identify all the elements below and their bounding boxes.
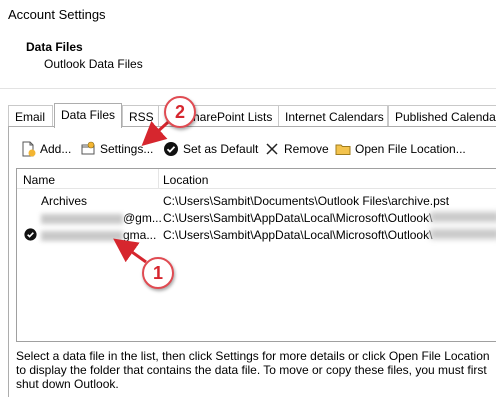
set-default-button[interactable]: Set as Default [163,139,258,159]
section-subtitle: Outlook Data Files [44,57,143,71]
table-row[interactable]: @gm... C:\Users\Sambit\AppData\Local\Mic… [17,209,496,226]
table-row[interactable]: Archives C:\Users\Sambit\Documents\Outlo… [17,192,496,209]
file-location: C:\Users\Sambit\AppData\Local\Microsoft\… [163,228,433,242]
open-file-location-label: Open File Location... [355,142,466,156]
tab-internet-calendars[interactable]: Internet Calendars [278,105,388,127]
window-title: Account Settings [8,7,106,22]
tab-internet-calendars-label: Internet Calendars [285,110,384,124]
set-default-button-label: Set as Default [183,142,259,156]
tab-email[interactable]: Email [8,105,53,127]
redacted-email [41,213,123,224]
add-button[interactable]: Add... [20,139,71,159]
settings-button-label: Settings... [100,142,154,156]
folder-icon [335,141,351,157]
tab-strip: Email Data Files RSS Feeds SharePoint Li… [8,103,496,128]
tab-sharepoint-lists-label: SharePoint Lists [185,110,273,124]
open-file-location-button[interactable]: Open File Location... [335,139,466,159]
file-location: C:\Users\Sambit\AppData\Local\Microsoft\… [163,211,433,225]
file-name: gma... [123,228,157,242]
tab-published-calendars-label: Published Calendars [395,110,496,124]
settings-icon [80,141,96,157]
tab-email-label: Email [15,110,46,124]
add-file-icon [20,141,36,157]
column-divider[interactable] [158,169,159,189]
tab-data-files-label: Data Files [61,108,116,122]
settings-button[interactable]: Settings... [80,139,153,159]
header-divider [0,88,496,89]
list-header: Name Location [17,169,496,189]
tab-data-files[interactable]: Data Files [54,103,122,128]
check-circle-icon [163,141,179,157]
file-name-wrap: gma... [41,228,156,242]
file-location: C:\Users\Sambit\Documents\Outlook Files\… [163,194,450,208]
section-title: Data Files [26,40,83,54]
add-button-label: Add... [40,142,72,156]
file-name: @gm... [123,211,162,225]
help-description: Select a data file in the list, then cli… [16,349,490,391]
annotation-badge-2: 2 [164,96,196,128]
default-check-icon [24,228,37,241]
redacted-path [430,212,496,222]
table-row[interactable]: gma... C:\Users\Sambit\AppData\Local\Mic… [17,226,496,243]
file-name-wrap: @gm... [41,211,162,225]
column-header-name[interactable]: Name [23,173,55,187]
close-x-icon [264,141,280,157]
redacted-email [41,230,123,241]
annotation-badge-1: 1 [142,257,174,289]
redacted-path [430,229,496,239]
remove-button-label: Remove [284,142,329,156]
file-name: Archives [41,194,88,208]
column-header-location[interactable]: Location [163,173,208,187]
remove-button[interactable]: Remove [264,139,329,159]
tab-published-calendars[interactable]: Published Calendars [388,105,496,127]
data-files-list[interactable]: Name Location Archives C:\Users\Sambit\D… [16,168,496,342]
